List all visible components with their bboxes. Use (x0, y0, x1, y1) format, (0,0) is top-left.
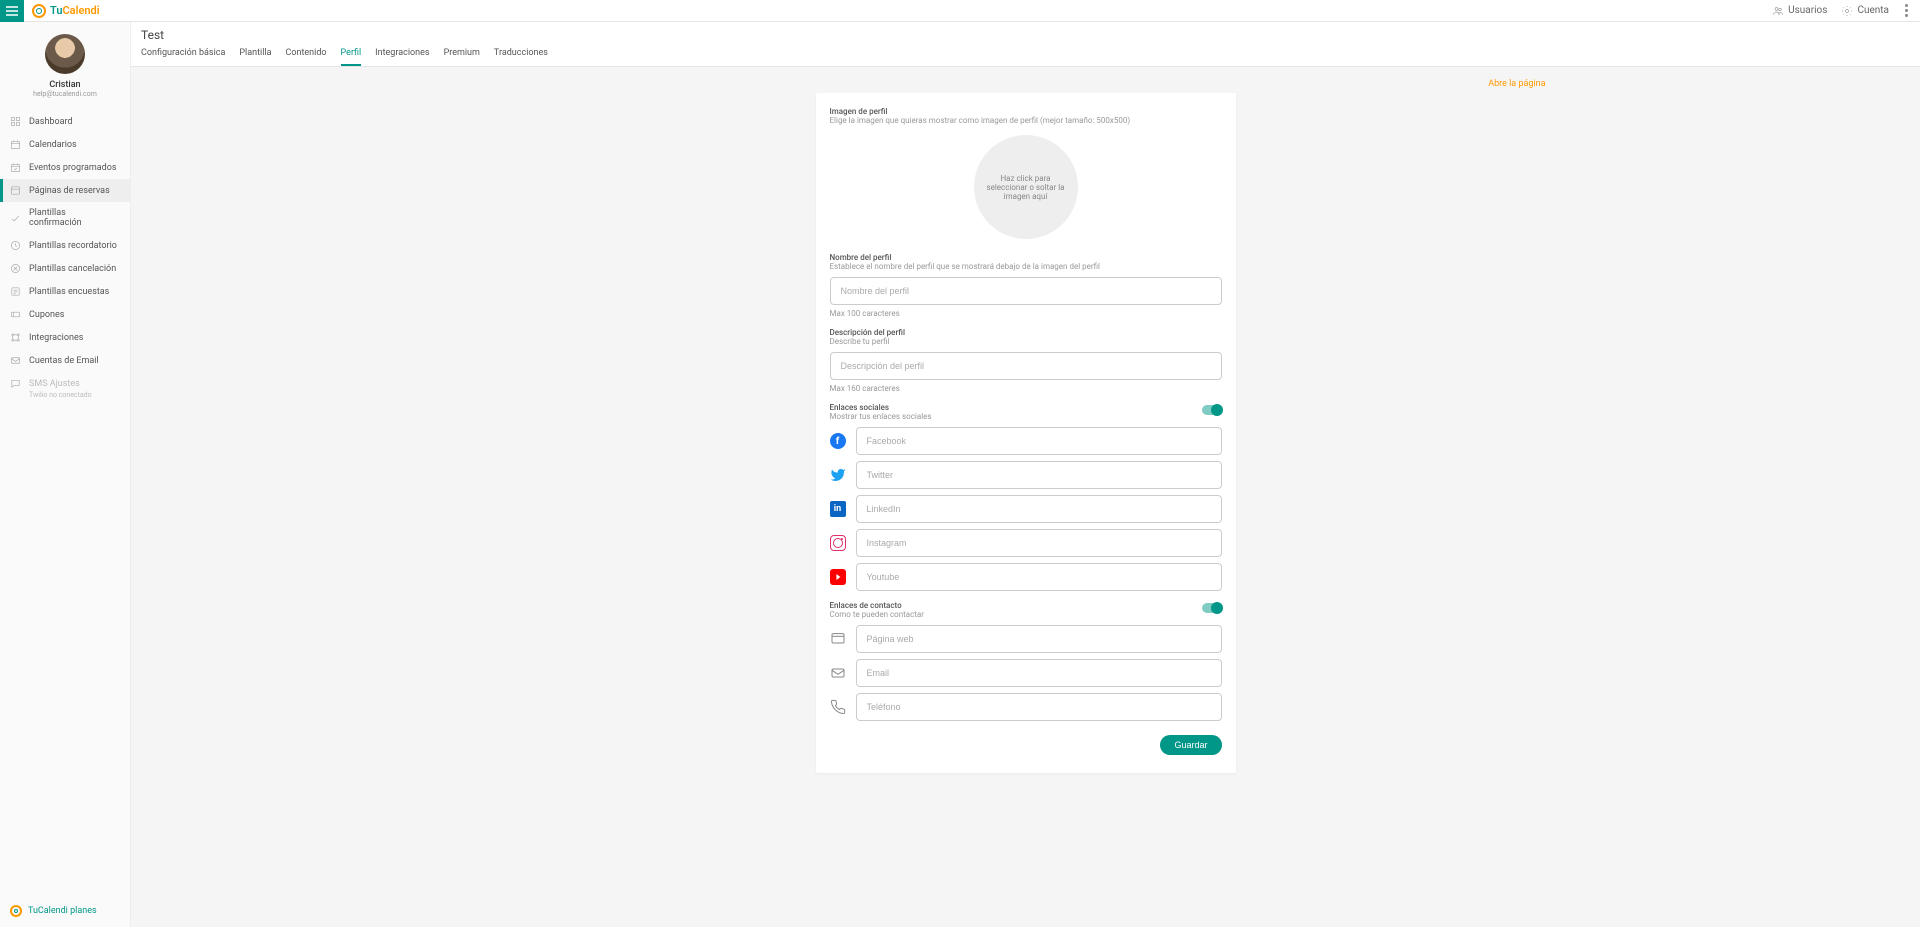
phone-input[interactable] (856, 693, 1222, 721)
user-avatar[interactable] (45, 34, 85, 74)
desc-section-title: Descripción del perfil (830, 328, 1222, 337)
logo-icon (32, 4, 46, 18)
linkedin-input[interactable] (856, 495, 1222, 523)
brand-logo[interactable]: TuCalendi (24, 4, 108, 18)
nav-calendars[interactable]: Calendarios (0, 133, 130, 156)
image-dropzone[interactable]: Haz click para seleccionar o soltar la i… (974, 135, 1078, 239)
image-section-desc: Elige la imagen que quieras mostrar como… (830, 116, 1222, 125)
nav-booking-pages[interactable]: Páginas de reservas (0, 179, 130, 202)
profile-name-input[interactable] (830, 277, 1222, 305)
users-label: Usuarios (1788, 5, 1827, 16)
account-label: Cuenta (1857, 5, 1889, 16)
youtube-input[interactable] (856, 563, 1222, 591)
email-icon (830, 665, 846, 681)
user-email: help@tucalendi.com (0, 90, 130, 98)
nav-dashboard[interactable]: Dashboard (0, 110, 130, 133)
more-menu[interactable] (1903, 0, 1910, 21)
tab-template[interactable]: Plantilla (239, 48, 271, 66)
open-page-link[interactable]: Abre la página (1488, 79, 1545, 89)
profile-desc-input[interactable] (830, 352, 1222, 380)
account-link[interactable]: Cuenta (1841, 5, 1889, 17)
contact-section-desc: Como te pueden contactar (830, 610, 924, 619)
logo-icon-small (10, 905, 22, 917)
brand-calendi: Calendi (62, 4, 99, 17)
twitter-icon (830, 467, 846, 483)
nav-scheduled-events[interactable]: Eventos programados (0, 156, 130, 179)
name-section-title: Nombre del perfil (830, 253, 1222, 262)
nav-sms-sub: Twilio no conectado (0, 391, 130, 399)
sidebar-plans[interactable]: TuCalendi planes (0, 895, 130, 927)
desc-hint: Max 160 caracteres (830, 384, 1222, 393)
social-section-title: Enlaces sociales (830, 403, 932, 412)
tab-profile[interactable]: Perfil (341, 48, 362, 66)
contact-section-title: Enlaces de contacto (830, 601, 924, 610)
name-hint: Max 100 caracteres (830, 309, 1222, 318)
nav-survey-templates[interactable]: Plantillas encuestas (0, 280, 130, 303)
twitter-input[interactable] (856, 461, 1222, 489)
phone-icon (830, 699, 846, 715)
user-name: Cristian (0, 80, 130, 90)
nav-coupons[interactable]: Cupones (0, 303, 130, 326)
name-section-desc: Establece el nombre del perfil que se mo… (830, 262, 1222, 271)
brand-tu: Tu (50, 4, 62, 17)
facebook-input[interactable] (856, 427, 1222, 455)
instagram-input[interactable] (856, 529, 1222, 557)
page-title: Test (141, 28, 1910, 42)
email-input[interactable] (856, 659, 1222, 687)
nav-cancellation-templates[interactable]: Plantillas cancelación (0, 257, 130, 280)
desc-section-desc: Describe tu perfil (830, 337, 1222, 346)
menu-toggle[interactable] (0, 0, 24, 22)
nav-integrations[interactable]: Integraciones (0, 326, 130, 349)
nav-confirmation-templates[interactable]: Plantillas confirmación (0, 202, 130, 234)
nav-email-accounts[interactable]: Cuentas de Email (0, 349, 130, 372)
linkedin-icon: in (830, 501, 846, 517)
facebook-icon: f (830, 433, 846, 449)
users-link[interactable]: Usuarios (1772, 5, 1827, 17)
save-button[interactable]: Guardar (1160, 735, 1221, 755)
web-icon (830, 631, 846, 647)
web-input[interactable] (856, 625, 1222, 653)
instagram-icon (830, 535, 846, 551)
image-section-title: Imagen de perfil (830, 107, 1222, 116)
tab-integrations[interactable]: Integraciones (375, 48, 429, 66)
tab-content[interactable]: Contenido (286, 48, 327, 66)
contact-toggle[interactable] (1202, 603, 1222, 613)
tab-translations[interactable]: Traducciones (494, 48, 548, 66)
youtube-icon (830, 569, 846, 585)
social-section-desc: Mostrar tus enlaces sociales (830, 412, 932, 421)
tab-premium[interactable]: Premium (444, 48, 480, 66)
nav-reminder-templates[interactable]: Plantillas recordatorio (0, 234, 130, 257)
social-toggle[interactable] (1202, 405, 1222, 415)
tab-basic-config[interactable]: Configuración básica (141, 48, 225, 66)
